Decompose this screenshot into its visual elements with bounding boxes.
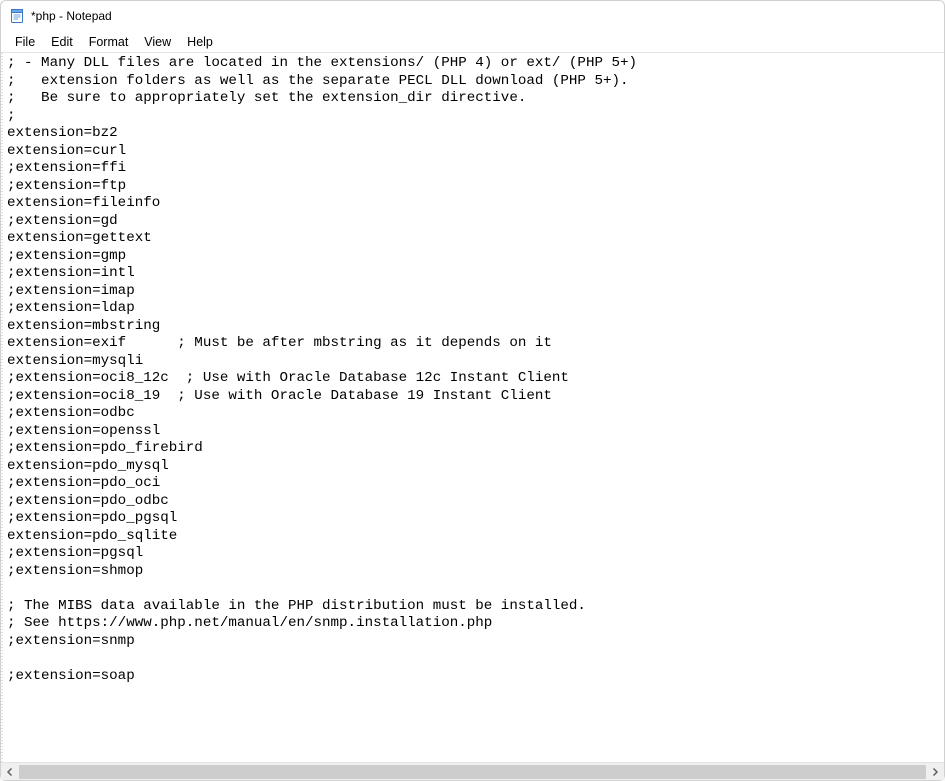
scrollbar-thumb[interactable] <box>19 765 926 779</box>
notepad-window: *php - Notepad File Edit Format View Hel… <box>0 0 945 781</box>
menu-file[interactable]: File <box>7 33 43 51</box>
text-editor[interactable]: ; - Many DLL files are located in the ex… <box>1 53 944 762</box>
titlebar[interactable]: *php - Notepad <box>1 1 944 31</box>
menu-edit[interactable]: Edit <box>43 33 81 51</box>
scroll-right-arrow-icon[interactable] <box>926 763 944 781</box>
menu-view[interactable]: View <box>136 33 179 51</box>
menu-help[interactable]: Help <box>179 33 221 51</box>
notepad-icon <box>9 8 25 24</box>
scrollbar-track[interactable] <box>19 763 926 781</box>
menubar: File Edit Format View Help <box>1 31 944 53</box>
editor-container: ; - Many DLL files are located in the ex… <box>1 53 944 780</box>
horizontal-scrollbar[interactable] <box>1 762 944 780</box>
menu-format[interactable]: Format <box>81 33 137 51</box>
window-title: *php - Notepad <box>31 9 112 23</box>
scroll-left-arrow-icon[interactable] <box>1 763 19 781</box>
